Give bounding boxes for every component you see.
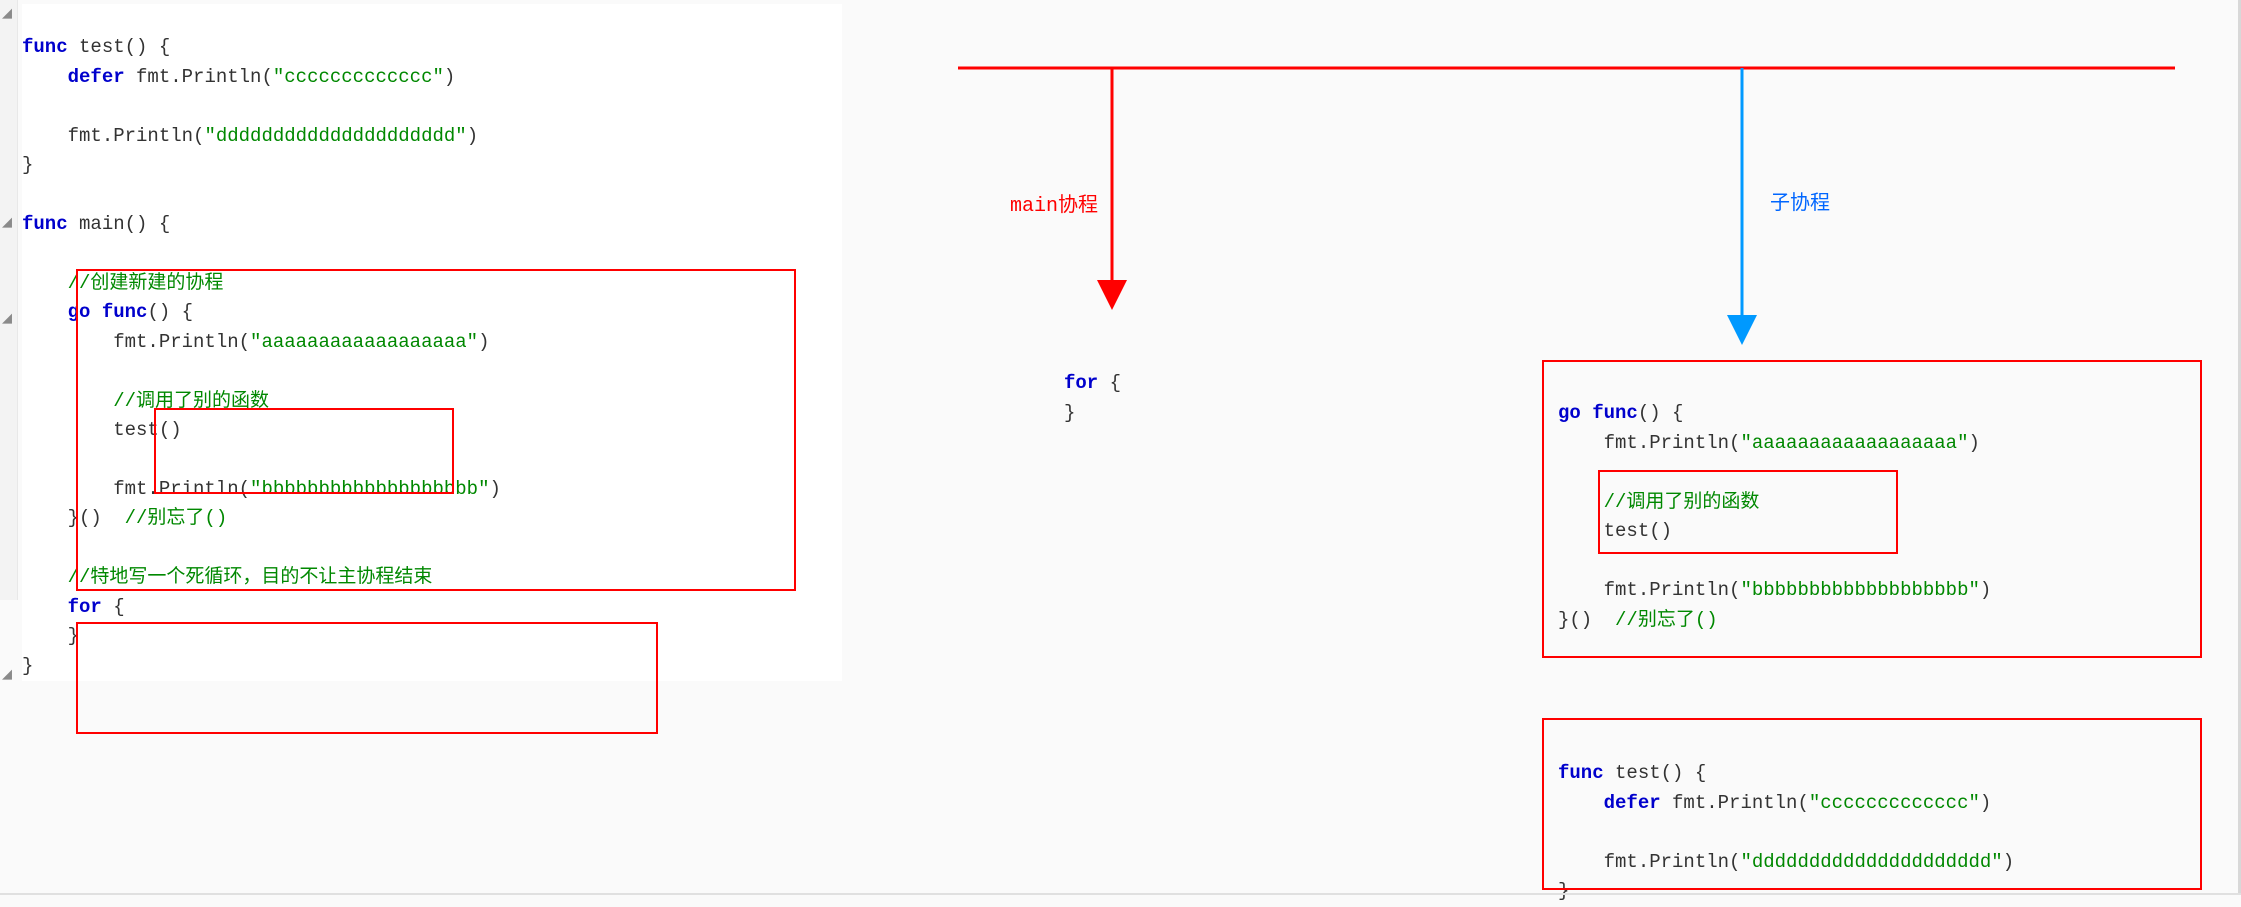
code-text: }: [22, 655, 33, 677]
code-text: {: [1098, 372, 1121, 394]
code-keyword: func: [22, 36, 68, 58]
code-text: ): [467, 125, 478, 147]
fold-triangle-icon: ◢: [2, 6, 12, 21]
highlight-box-for-loop: [76, 622, 658, 734]
code-text: }: [22, 154, 33, 176]
fold-triangle-icon: ◢: [2, 667, 12, 682]
editor-gutter: ◢ ◢ ◢ ◢: [0, 0, 18, 600]
code-keyword: func: [22, 213, 68, 235]
main-for-snippet: for { }: [1064, 340, 1121, 428]
code-text: main() {: [68, 213, 171, 235]
code-text: test() {: [68, 36, 171, 58]
code-string: "ccccccccccccc": [273, 66, 444, 88]
highlight-box-right-call-test: [1598, 470, 1898, 554]
code-keyword: defer: [68, 66, 125, 88]
code-text: fmt.Println(: [68, 125, 205, 147]
code-keyword: for: [1064, 372, 1098, 394]
code-text: ): [444, 66, 455, 88]
sub-coroutine-label: 子协程: [1770, 186, 1830, 216]
highlight-box-call-test: [154, 408, 454, 494]
code-string: "ddddddddddddddddddddd": [204, 125, 466, 147]
main-coroutine-label: main协程: [1010, 188, 1098, 218]
highlight-box-right-test: [1542, 718, 2202, 890]
code-text: fmt.Println(: [125, 66, 273, 88]
code-text: }: [1064, 402, 1075, 424]
code-keyword: for: [68, 596, 102, 618]
code-text: {: [102, 596, 125, 618]
fold-triangle-icon: ◢: [2, 215, 12, 230]
fold-triangle-icon: ◢: [2, 311, 12, 326]
